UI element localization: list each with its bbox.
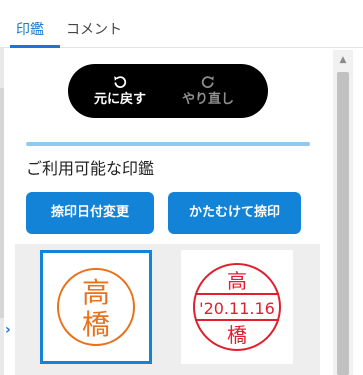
name-stamp-bottom-char: 橋 bbox=[82, 308, 110, 341]
available-stamps-title: ご利用可能な印鑑 bbox=[26, 159, 155, 178]
stamp-list: 高 橋 高 '20.11.16 橋 bbox=[15, 244, 320, 375]
tab-bar: 印鑑 コメント bbox=[0, 0, 363, 48]
redo-icon bbox=[201, 76, 214, 88]
tilted-stamp-button[interactable]: かたむけて捺印 bbox=[168, 192, 301, 234]
undo-button[interactable]: 元に戻す bbox=[80, 64, 160, 118]
stamp-option-name[interactable]: 高 橋 bbox=[40, 250, 152, 364]
name-stamp-top-char: 高 bbox=[82, 276, 110, 309]
undo-label: 元に戻す bbox=[93, 92, 146, 107]
left-panel-edge bbox=[0, 48, 4, 375]
date-stamp-top-char: 高 bbox=[227, 269, 247, 293]
chevron-right-icon[interactable]: › bbox=[5, 322, 11, 338]
scroll-thumb[interactable] bbox=[337, 72, 349, 375]
date-stamp-bottom-char: 橋 bbox=[227, 323, 247, 347]
stamp-option-date[interactable]: 高 '20.11.16 橋 bbox=[181, 250, 293, 364]
loading-strip bbox=[26, 142, 310, 146]
vertical-scrollbar[interactable]: ▲ bbox=[333, 50, 353, 375]
change-stamp-date-button[interactable]: 捺印日付変更 bbox=[26, 192, 154, 234]
date-stamp-image: 高 '20.11.16 橋 bbox=[193, 263, 281, 351]
scroll-up-arrow-icon[interactable]: ▲ bbox=[333, 50, 353, 70]
undo-icon bbox=[114, 76, 127, 88]
tab-comment[interactable]: コメント bbox=[66, 20, 122, 40]
left-panel-edge-mark bbox=[0, 88, 4, 318]
undo-redo-toolbar: 元に戻す やり直し bbox=[68, 64, 268, 118]
redo-button[interactable]: やり直し bbox=[168, 64, 248, 118]
tab-stamp[interactable]: 印鑑 bbox=[16, 20, 44, 40]
redo-label: やり直し bbox=[181, 92, 234, 107]
active-tab-indicator bbox=[10, 45, 60, 48]
date-stamp-date: '20.11.16 bbox=[199, 299, 275, 318]
name-stamp-image: 高 橋 bbox=[57, 268, 135, 346]
